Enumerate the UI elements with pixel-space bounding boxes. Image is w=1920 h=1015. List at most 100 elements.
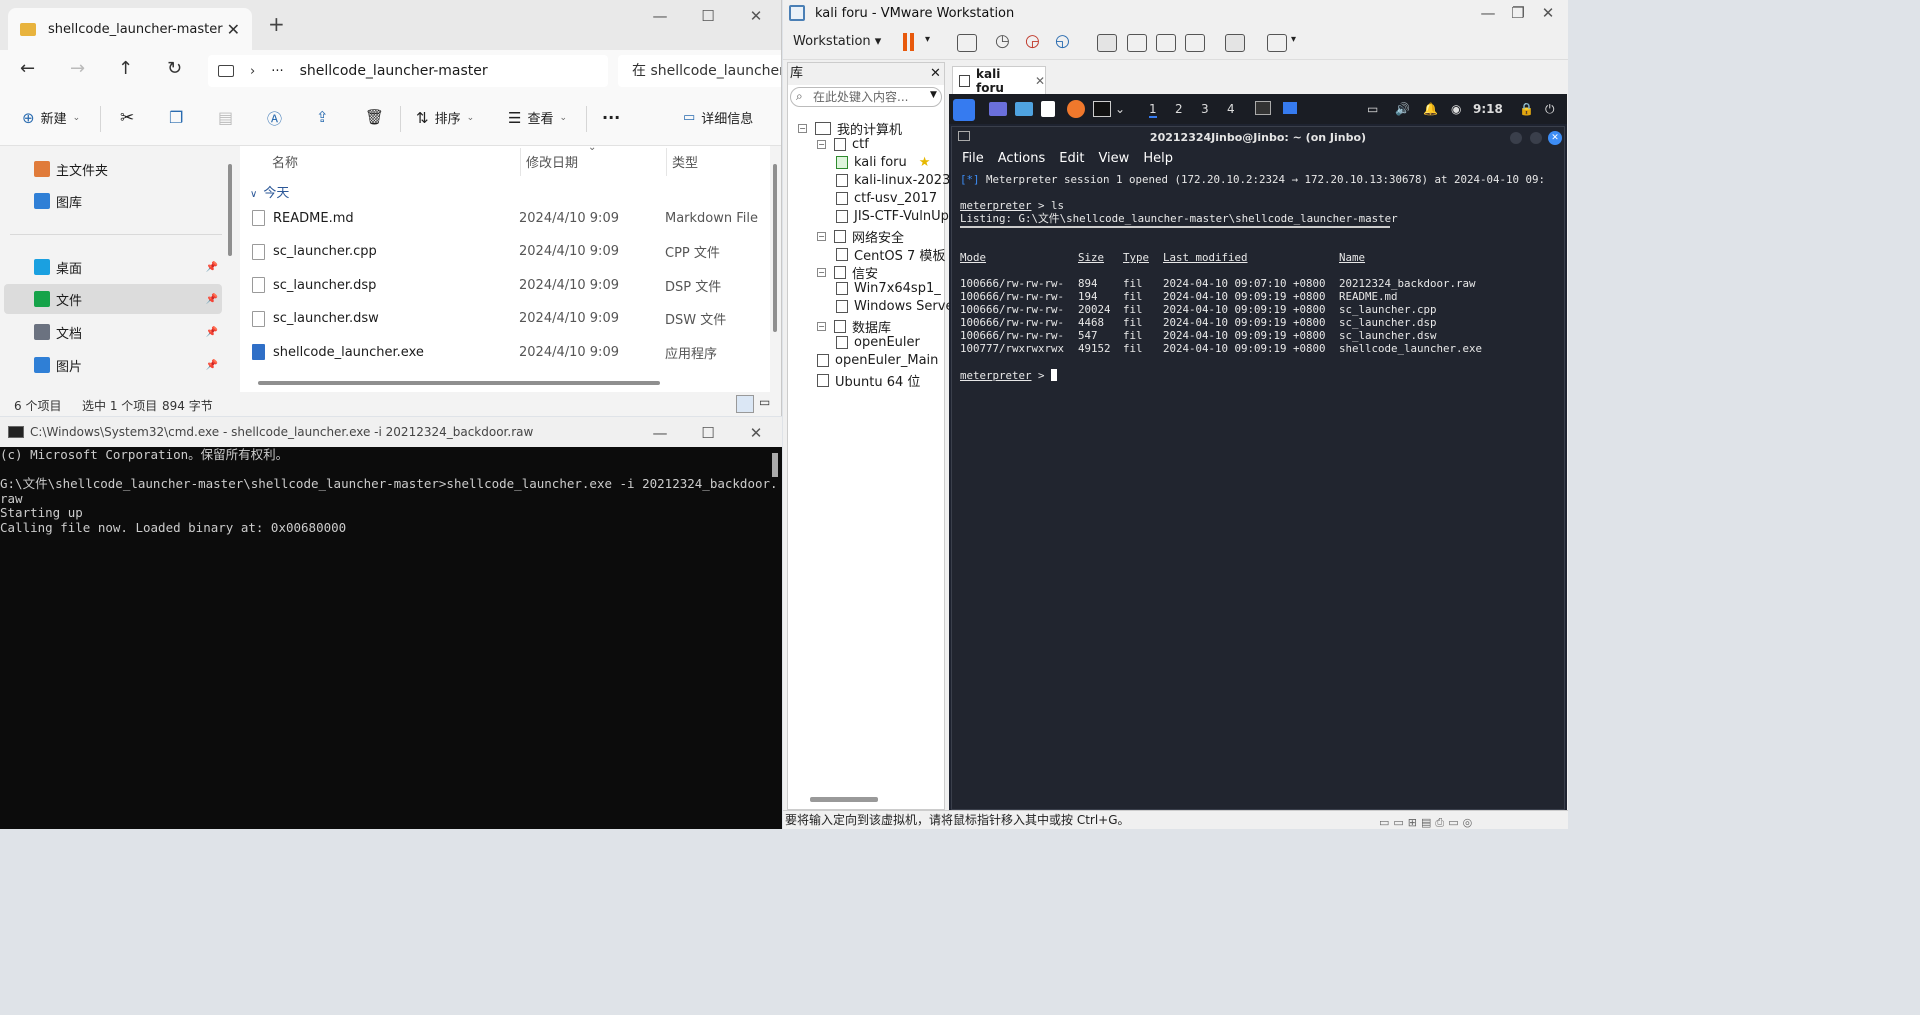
sidebar-item[interactable]: 图片 📌	[4, 350, 222, 380]
library-tree-item[interactable]: CentOS 7 模板	[836, 245, 945, 264]
column-header-type[interactable]: 类型	[672, 152, 698, 171]
lock-icon[interactable]: 🔒	[1519, 102, 1534, 116]
view-button[interactable]: ☰ 查看 ⌄	[508, 108, 567, 128]
cmd-scrollbar[interactable]	[772, 453, 778, 477]
sort-button[interactable]: ⇅ 排序 ⌄	[416, 108, 474, 128]
column-header-modified[interactable]: 修改日期	[526, 152, 578, 171]
snapshot-icon[interactable]: ◷	[995, 31, 1010, 51]
breadcrumb-current[interactable]: shellcode_launcher-master	[300, 63, 488, 79]
terminal-menu-edit[interactable]: Edit	[1059, 151, 1084, 166]
file-row[interactable]: sc_launcher.dsp 2024/4/10 9:09 DSP 文件	[252, 270, 768, 300]
cursor[interactable]	[1051, 369, 1058, 381]
sidebar-item[interactable]: 文档 📌	[4, 317, 222, 347]
terminal-menu-help[interactable]: Help	[1143, 151, 1173, 166]
close-library-icon[interactable]: ✕	[930, 63, 941, 85]
terminal-menu-view[interactable]: View	[1098, 151, 1129, 166]
paste-icon[interactable]: ▤	[218, 108, 233, 127]
new-button[interactable]: ⊕ 新建 ⌄	[22, 108, 80, 128]
terminal-task-icon[interactable]	[1255, 101, 1271, 115]
more-options-button[interactable]: ···	[602, 108, 620, 127]
show-desktop-icon[interactable]	[989, 102, 1007, 116]
library-tree-item[interactable]: kali-linux-2023	[836, 173, 950, 188]
unity-icon[interactable]	[1185, 34, 1205, 52]
notification-icon[interactable]: 🔔	[1423, 102, 1438, 116]
send-keys-icon[interactable]	[957, 34, 977, 52]
collapse-toggle-icon[interactable]: −	[817, 322, 826, 331]
file-list-hscrollbar[interactable]	[258, 381, 660, 385]
group-header-today[interactable]: ∨ 今天	[250, 182, 289, 201]
close-window-button[interactable]: ✕	[1533, 3, 1563, 23]
close-tab-icon[interactable]: ✕	[227, 20, 240, 39]
thumbnail-view-icon[interactable]	[1127, 34, 1147, 52]
library-tree-item[interactable]: − 信安	[817, 263, 878, 282]
collapse-toggle-icon[interactable]: −	[817, 268, 826, 277]
library-tree-item[interactable]: openEuler	[836, 335, 920, 350]
column-header-name[interactable]: 名称	[272, 152, 298, 171]
cut-icon[interactable]: ✂	[120, 108, 134, 128]
collapse-toggle-icon[interactable]: −	[817, 232, 826, 241]
back-icon[interactable]: ←	[20, 58, 35, 79]
pin-icon[interactable]: 📌	[206, 360, 218, 371]
workspace-2[interactable]: 2	[1175, 102, 1183, 116]
revert-snapshot-icon[interactable]: ◶	[1025, 31, 1040, 51]
terminal-menu-actions[interactable]: Actions	[998, 151, 1046, 166]
library-tree-item[interactable]: openEuler_Main	[817, 353, 938, 368]
delete-icon[interactable]: 🗑	[365, 108, 384, 126]
display-icon[interactable]: ▭	[1367, 102, 1378, 116]
explorer-tab[interactable]: shellcode_launcher-master ✕	[8, 8, 252, 50]
close-window-button[interactable]: ✕	[732, 423, 780, 443]
file-row[interactable]: sc_launcher.cpp 2024/4/10 9:09 CPP 文件	[252, 237, 768, 267]
tiles-view-icon[interactable]: ▭	[759, 395, 777, 413]
search-input[interactable]: 在 shellcode_launcher-master 中搜索	[618, 55, 781, 87]
search-dropdown-icon[interactable]: ▼	[930, 90, 937, 100]
snapshot-manager-icon[interactable]: ◵	[1055, 31, 1070, 51]
cmd-output[interactable]: (c) Microsoft Corporation。保留所有权利。 G:\文件\…	[0, 447, 778, 829]
pin-icon[interactable]: 📌	[206, 327, 218, 338]
power-status-icon[interactable]: ◉	[1451, 102, 1461, 116]
terminal-menu-file[interactable]: File	[962, 151, 984, 166]
breadcrumb-overflow[interactable]: ···	[271, 64, 283, 79]
minimize-button[interactable]: —	[636, 423, 684, 443]
file-row[interactable]: sc_launcher.dsw 2024/4/10 9:09 DSW 文件	[252, 304, 768, 334]
new-tab-button[interactable]: +	[268, 12, 285, 36]
library-tree-item[interactable]: ctf-usv_2017	[836, 191, 937, 206]
device-status-icons[interactable]: ▭▭⊞▤⎙▭◎	[1379, 813, 1476, 832]
sidebar-item[interactable]: 文件 📌	[4, 284, 222, 314]
library-tree-item[interactable]: kali foru ★	[836, 155, 930, 170]
up-icon[interactable]: ↑	[118, 58, 133, 79]
volume-icon[interactable]: 🔊	[1395, 102, 1410, 116]
pin-icon[interactable]: 📌	[206, 262, 218, 273]
sidebar-item[interactable]: 桌面 📌	[4, 252, 222, 282]
sidebar-scrollbar[interactable]	[228, 164, 232, 256]
address-bar[interactable]: › ··· shellcode_launcher-master	[208, 55, 608, 87]
console-view-icon[interactable]	[1225, 34, 1245, 52]
rename-icon[interactable]: Ⓐ	[267, 108, 282, 129]
library-search-input[interactable]: 在此处键入内容...	[790, 87, 942, 107]
file-row[interactable]: README.md 2024/4/10 9:09 Markdown File	[252, 203, 768, 233]
logout-icon[interactable]: ⏻	[1545, 102, 1555, 117]
close-tab-icon[interactable]: ✕	[1035, 74, 1045, 88]
forward-icon[interactable]: →	[70, 58, 85, 79]
library-tree-item[interactable]: − 我的计算机	[798, 119, 902, 138]
chevron-down-icon[interactable]: ⌄	[1115, 102, 1125, 116]
file-manager-icon[interactable]	[1015, 102, 1033, 116]
library-tree-item[interactable]: Win7x64sp1_	[836, 281, 941, 296]
library-view-icon[interactable]	[1097, 34, 1117, 52]
pause-icon[interactable]	[903, 33, 907, 51]
library-scrollbar[interactable]	[810, 797, 878, 802]
library-tree-item[interactable]: − 网络安全	[817, 227, 904, 246]
details-view-icon[interactable]	[736, 395, 754, 413]
kali-menu-icon[interactable]	[953, 99, 975, 121]
stretch-dropdown-icon[interactable]: ▾	[1291, 34, 1296, 45]
workspace-4[interactable]: 4	[1227, 102, 1235, 116]
maximize-button[interactable]: ☐	[684, 423, 732, 443]
workstation-menu[interactable]: Workstation ▾	[793, 34, 881, 49]
power-dropdown-icon[interactable]: ▾	[925, 34, 930, 45]
pin-icon[interactable]: 📌	[206, 294, 218, 305]
collapse-toggle-icon[interactable]: −	[817, 140, 826, 149]
terminal-icon[interactable]	[1093, 101, 1111, 117]
restore-button[interactable]: ❐	[1503, 3, 1533, 23]
vm-tab-kali[interactable]: kali foru ✕	[952, 66, 1046, 95]
library-tree-item[interactable]: − ctf	[817, 137, 869, 152]
library-tree-item[interactable]: Ubuntu 64 位	[817, 371, 920, 390]
